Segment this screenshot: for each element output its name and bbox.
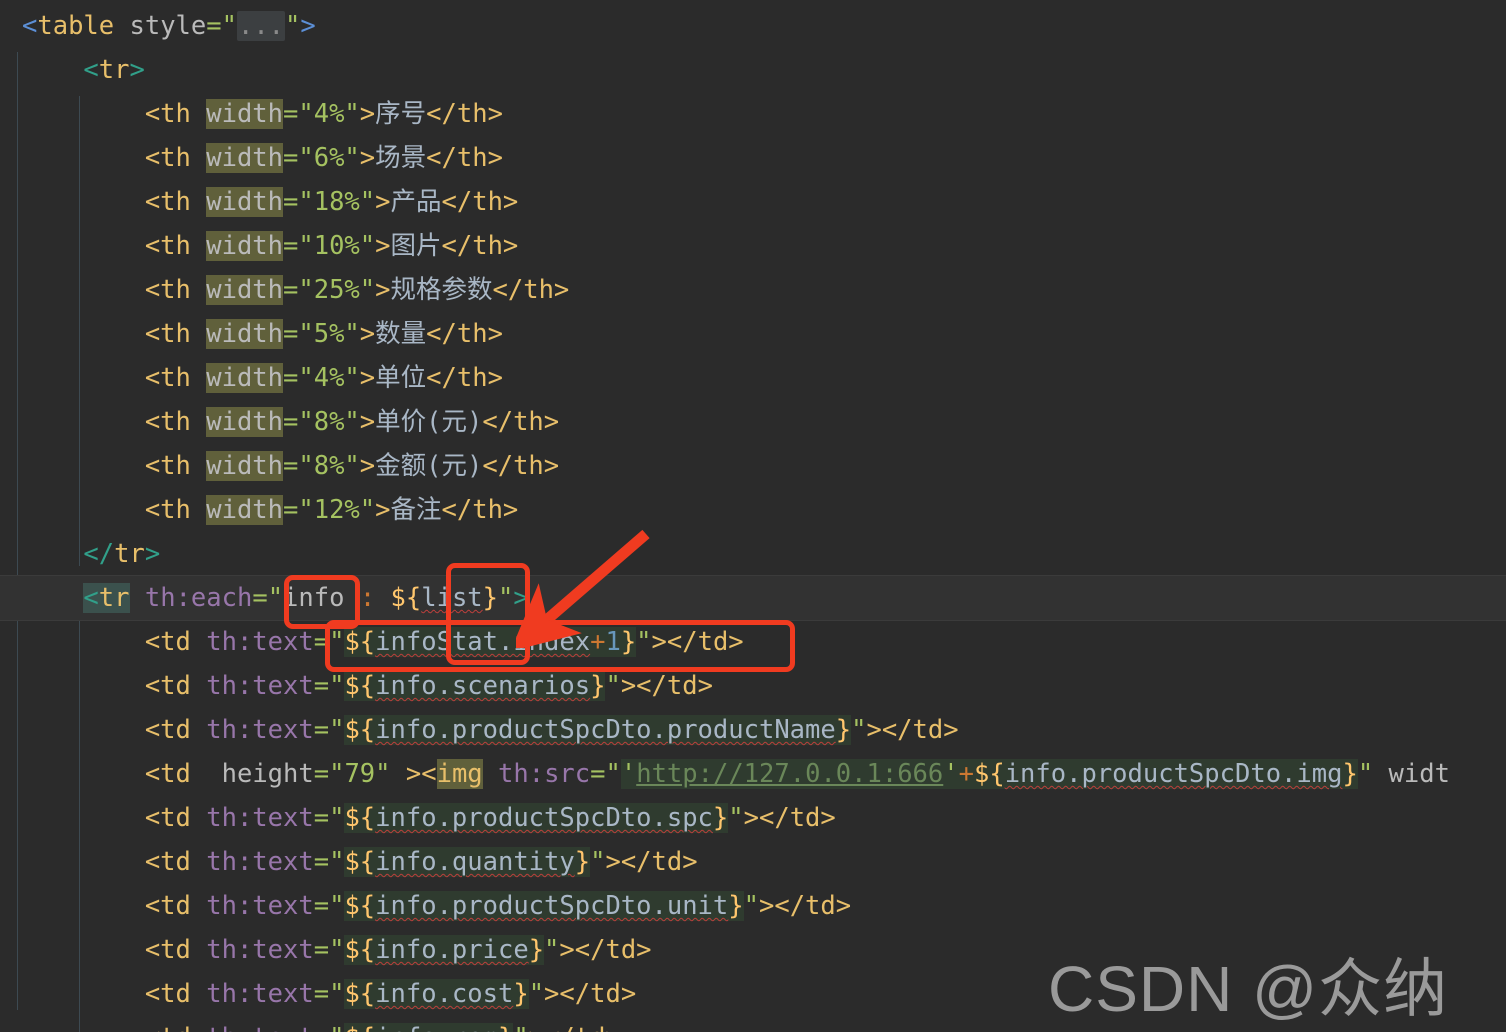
code-line-12[interactable]: <th width="12%">备注</th> [0,488,1506,532]
code-editor[interactable]: <table style="..."> <tr> <th width="4%">… [0,0,1506,1032]
code-line-19[interactable]: <td th:text="${info.productSpcDto.spc}">… [0,796,1506,840]
code-line-17[interactable]: <td th:text="${info.productSpcDto.produc… [0,708,1506,752]
code-line-14[interactable]: <tr th:each="info : ${list}"> [0,576,1506,620]
code-line-11[interactable]: <th width="8%">金额(元)</th> [0,444,1506,488]
code-line-7[interactable]: <th width="25%">规格参数</th> [0,268,1506,312]
code-line-15[interactable]: <td th:text="${infoStat.index+1}"></td> [0,620,1506,664]
code-line-16[interactable]: <td th:text="${info.scenarios}"></td> [0,664,1506,708]
code-line-20[interactable]: <td th:text="${info.quantity}"></td> [0,840,1506,884]
code-line-3[interactable]: <th width="4%">序号</th> [0,92,1506,136]
code-line-10[interactable]: <th width="8%">单价(元)</th> [0,400,1506,444]
code-line-1[interactable]: <table style="..."> [0,4,1506,48]
code-line-13[interactable]: </tr> [0,532,1506,576]
code-line-9[interactable]: <th width="4%">单位</th> [0,356,1506,400]
code-line-18[interactable]: <td height="79" ><img th:src="'http://12… [0,752,1506,796]
code-line-21[interactable]: <td th:text="${info.productSpcDto.unit}"… [0,884,1506,928]
code-line-4[interactable]: <th width="6%">场景</th> [0,136,1506,180]
code-line-5[interactable]: <th width="18%">产品</th> [0,180,1506,224]
code-line-8[interactable]: <th width="5%">数量</th> [0,312,1506,356]
csdn-watermark: CSDN @众纳 [1048,953,1449,1025]
code-line-6[interactable]: <th width="10%">图片</th> [0,224,1506,268]
code-line-2[interactable]: <tr> [0,48,1506,92]
